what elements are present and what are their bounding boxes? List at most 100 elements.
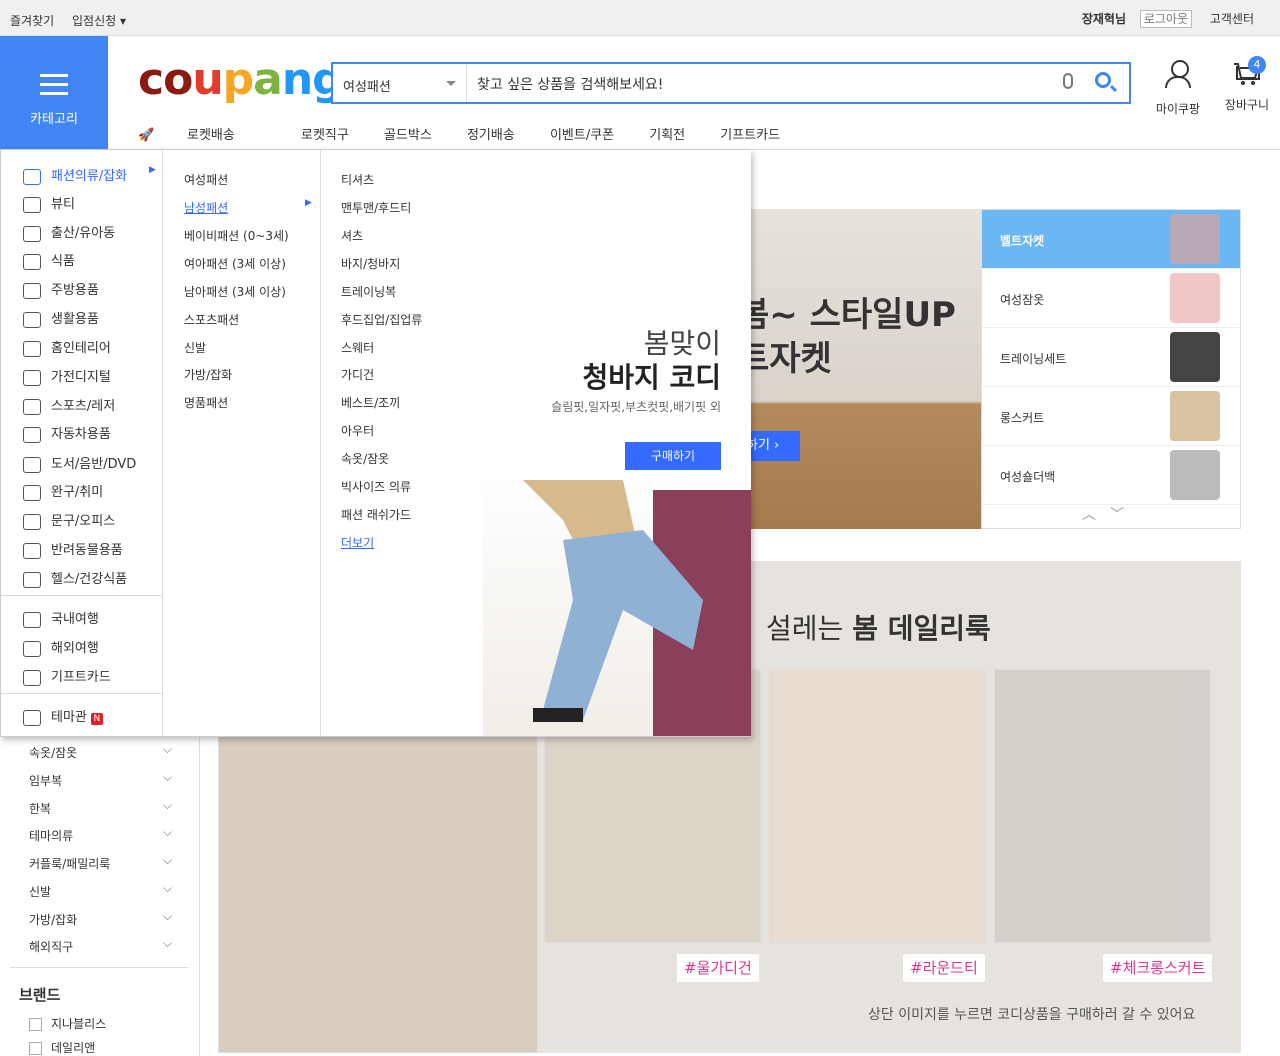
side-list-arrows[interactable]: ︿﹀ <box>1082 504 1138 524</box>
side-item[interactable]: 롱스커트 <box>982 387 1240 446</box>
hashtag[interactable]: #울가디건 <box>677 954 759 982</box>
side-item[interactable]: 여성잠옷 <box>982 269 1240 328</box>
filter-item[interactable]: 신발 <box>29 881 173 900</box>
chevron-up-icon[interactable]: ︿ <box>1082 507 1110 523</box>
leaf-category-item[interactable]: 티셔츠 <box>341 171 374 188</box>
leaf-category-item[interactable]: 아우터 <box>341 422 374 439</box>
category-item[interactable]: 완구/취미 <box>23 481 103 501</box>
category-label: 카테고리 <box>30 112 78 127</box>
category-item[interactable]: 도서/음반/DVD <box>23 453 136 473</box>
side-item[interactable]: 여성숄더백 <box>982 446 1240 505</box>
leaf-category-item[interactable]: 속옷/잠옷 <box>341 450 389 467</box>
category-item[interactable]: 식품 <box>23 250 75 270</box>
baby-icon <box>23 225 41 242</box>
category-item-theme[interactable]: 테마관 N <box>23 706 103 726</box>
microphone-icon[interactable] <box>1063 73 1073 89</box>
subcategory-item[interactable]: 베이비패션 (0~3세) <box>184 227 289 244</box>
cart-count-badge: 4 <box>1248 56 1266 74</box>
subcategory-item[interactable]: 여아패션 (3세 이상) <box>184 255 286 272</box>
subcategory-item[interactable]: 가방/잡화 <box>184 366 232 383</box>
category-item[interactable]: 해외여행 <box>23 637 99 657</box>
nav-events[interactable]: 이벤트/쿠폰 <box>550 128 614 143</box>
leaf-category-item[interactable]: 후드집업/집업류 <box>341 311 422 328</box>
customer-center-link[interactable]: 고객센터 <box>1210 12 1254 26</box>
category-item[interactable]: 생활용품 <box>23 308 99 328</box>
category-item[interactable]: 뷰티 <box>23 193 75 213</box>
logout-button[interactable]: 로그아웃 <box>1139 10 1192 28</box>
category-item-fashion[interactable]: 패션의류/잡화 ▶ <box>23 165 156 185</box>
look-photo[interactable] <box>994 669 1211 943</box>
chevron-down-icon[interactable]: ﹀ <box>1110 507 1138 523</box>
subcategory-item[interactable]: 명품패션 <box>184 394 228 411</box>
heart-pulse-icon <box>23 571 41 588</box>
leaf-category-item[interactable]: 셔츠 <box>341 227 363 244</box>
category-item[interactable]: 주방용품 <box>23 279 99 299</box>
filter-item[interactable]: 임부복 <box>29 770 173 789</box>
nav-goldbox[interactable]: 골드박스 <box>384 128 432 143</box>
leaf-category-item[interactable]: 스웨터 <box>341 339 374 356</box>
my-coupang-button[interactable]: 마이쿠팡 <box>1152 60 1204 117</box>
product-thumbnail <box>1170 214 1220 264</box>
filter-item[interactable]: 속옷/잠옷 <box>29 742 173 761</box>
seller-apply-link[interactable]: 입점신청 ▾ <box>72 14 126 28</box>
leaf-category-item[interactable]: 맨투맨/후드티 <box>341 199 411 216</box>
side-item[interactable]: 트레이닝세트 <box>982 328 1240 387</box>
category-item[interactable]: 홈인테리어 <box>23 337 111 357</box>
nav-subscription[interactable]: 정기배송 <box>467 128 515 143</box>
left-filter-list: 속옷/잠옷 임부복 한복 테마의류 커플룩/패밀리룩 신발 가방/잡화 해외직구 <box>0 737 200 1056</box>
category-mega-menu: 패션의류/잡화 ▶ 뷰티 출산/유아동 식품 주방용품 생활용품 홈인테리어 가전… <box>0 149 751 737</box>
cart-button[interactable]: 4 장바구니 <box>1220 56 1274 113</box>
nav-rocket-delivery[interactable]: 🚀 로켓배송 <box>138 128 266 143</box>
bookmark-link[interactable]: 즐겨찾기 <box>10 14 54 28</box>
divider <box>1 693 163 694</box>
category-column-1: 패션의류/잡화 ▶ 뷰티 출산/유아동 식품 주방용품 생활용품 홈인테리어 가전… <box>1 150 163 736</box>
category-item[interactable]: 출산/유아동 <box>23 222 115 242</box>
subcategory-item[interactable]: 남아패션 (3세 이상) <box>184 283 286 300</box>
dress-icon <box>23 168 41 185</box>
hashtag[interactable]: #체크롱스커트 <box>1103 954 1213 982</box>
subcategory-item[interactable]: 남성패션 <box>184 199 228 216</box>
promo-banner[interactable]: 봄맞이 청바지 코디 슬림핏,일자핏,부츠컷핏,배기핏 외 구매하기 <box>483 150 751 736</box>
filter-item[interactable]: 커플룩/패밀리룩 <box>29 853 173 872</box>
camera-icon <box>23 369 41 386</box>
search-icon[interactable] <box>1095 72 1111 88</box>
category-item[interactable]: 기프트카드 <box>23 666 111 686</box>
hashtag[interactable]: #라운드티 <box>903 954 985 982</box>
category-menu-button[interactable]: 카테고리 <box>0 36 108 149</box>
leaf-category-item[interactable]: 바지/청바지 <box>341 255 400 272</box>
filter-item[interactable]: 한복 <box>29 798 173 817</box>
hero-line1: 봄~ 스타일UP <box>738 295 956 335</box>
category-item[interactable]: 국내여행 <box>23 608 99 628</box>
filter-item[interactable]: 가방/잡화 <box>29 909 173 928</box>
leaf-category-item[interactable]: 트레이닝복 <box>341 283 396 300</box>
look-photo[interactable] <box>769 669 985 943</box>
side-item[interactable]: 벨트자켓 <box>982 210 1240 269</box>
search-input[interactable]: 찾고 싶은 상품을 검색해보세요! <box>477 74 663 94</box>
search-category-select[interactable]: 여성패션 <box>333 64 467 102</box>
subcategory-item[interactable]: 여성패션 <box>184 171 228 188</box>
category-item[interactable]: 문구/오피스 <box>23 510 115 530</box>
chevron-right-icon: ▶ <box>305 198 312 208</box>
category-item[interactable]: 헬스/건강식품 <box>23 568 127 588</box>
nav-exhibitions[interactable]: 기획전 <box>649 128 685 143</box>
category-item[interactable]: 자동차용품 <box>23 423 111 443</box>
coupang-logo[interactable]: coupang <box>138 54 344 105</box>
filter-item[interactable]: 테마의류 <box>29 825 173 844</box>
leaf-category-item[interactable]: 가디건 <box>341 366 374 383</box>
more-link[interactable]: 더보기 <box>341 534 374 551</box>
category-item[interactable]: 스포츠/레저 <box>23 395 115 415</box>
leaf-category-item[interactable]: 빅사이즈 의류 <box>341 478 411 495</box>
category-item[interactable]: 반려동물용품 <box>23 539 123 559</box>
nav-rocket-direct[interactable]: 로켓직구 <box>301 128 349 143</box>
subcategory-item[interactable]: 스포츠패션 <box>184 311 239 328</box>
category-item[interactable]: 가전디지털 <box>23 366 111 386</box>
subcategory-item[interactable]: 신발 <box>184 339 206 356</box>
filter-item[interactable]: 해외직구 <box>29 936 173 955</box>
product-thumbnail <box>1170 450 1220 500</box>
leaf-category-item[interactable]: 베스트/조끼 <box>341 394 400 411</box>
nav-giftcard[interactable]: 기프트카드 <box>720 128 780 143</box>
brand-checkbox[interactable]: 데일리앤 <box>29 1039 95 1056</box>
brand-checkbox[interactable]: 지나블리스 <box>29 1015 106 1032</box>
buy-button[interactable]: 구매하기 <box>625 442 721 470</box>
leaf-category-item[interactable]: 패션 래쉬가드 <box>341 506 411 523</box>
